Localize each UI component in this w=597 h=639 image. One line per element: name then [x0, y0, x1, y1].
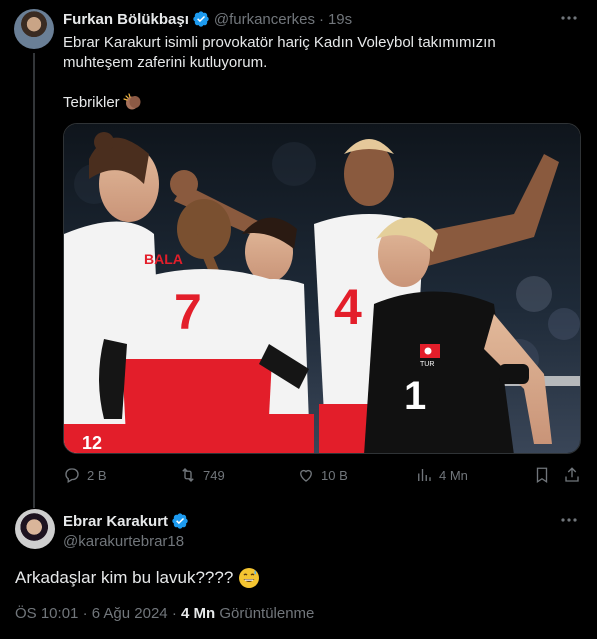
share-icon [565, 467, 579, 482]
reply-button[interactable]: 2 B [63, 466, 107, 484]
bookmark-button[interactable] [533, 466, 557, 484]
reply-more-options-icon[interactable] [559, 514, 579, 530]
original-tweet[interactable]: Furkan Bölükbaşı @furkancerkes · 19s Ebr… [0, 0, 597, 508]
reply-text-content: Arkadaşlar kim bu lavuk???? [15, 568, 234, 587]
volleyball-team-photo: 12 4 8 TUR 1 [64, 124, 580, 453]
tweet-action-bar: 2 B 749 10 B 4 Mn [63, 466, 583, 488]
tweet-photo[interactable]: 12 4 8 TUR 1 [63, 123, 581, 454]
reply-views-label: Görüntülenme [219, 605, 315, 622]
flag-label: TUR [420, 361, 434, 368]
reply-icon [65, 468, 79, 483]
jersey-name: BALA [144, 251, 183, 267]
reply-tweet[interactable]: Ebrar Karakurt @karakurtebrar18 Arkadaşl… [0, 497, 597, 639]
more-options-icon[interactable] [559, 12, 579, 28]
share-button[interactable] [563, 466, 587, 484]
verified-badge-icon [172, 513, 188, 529]
reply-author-row: Ebrar Karakurt [63, 512, 193, 530]
reply-author-name[interactable]: Ebrar Karakurt [63, 513, 168, 530]
reply-text: Arkadaşlar kim bu lavuk???? [15, 567, 260, 589]
repost-count: 749 [203, 467, 225, 483]
reply-author-handle[interactable]: @karakurtebrar18 [63, 533, 184, 550]
meta-separator: · [82, 605, 88, 622]
reply-metadata: ÖS 10:01 · 6 Ağu 2024 · 4 Mn Görüntülenm… [15, 605, 314, 622]
heart-icon [300, 469, 312, 482]
verified-badge-icon [193, 11, 209, 27]
tweet-header: Furkan Bölükbaşı @furkancerkes · 19s [63, 10, 352, 28]
reply-author-avatar[interactable] [15, 509, 55, 549]
meta-separator: · [171, 605, 177, 622]
like-count: 10 B [321, 467, 348, 483]
reply-date[interactable]: 6 Ağu 2024 [92, 605, 168, 622]
like-button[interactable]: 10 B [297, 466, 348, 484]
views-count: 4 Mn [439, 467, 468, 483]
thread-connector-line [33, 53, 35, 508]
jersey-number-4: 4 [334, 279, 362, 335]
tweet-time[interactable]: 19s [328, 11, 352, 28]
views-button[interactable]: 4 Mn [415, 466, 468, 484]
analytics-icon [418, 469, 431, 481]
tweet-text: Ebrar Karakurt isimli provokatör hariç K… [63, 33, 563, 113]
clapping-hands-emoji-icon [123, 93, 141, 110]
grinning-sweat-emoji-icon [239, 568, 260, 588]
author-avatar[interactable] [14, 9, 54, 49]
reply-time[interactable]: ÖS 10:01 [15, 605, 78, 622]
header-separator: · [318, 10, 324, 28]
reply-views-count[interactable]: 4 Mn [181, 605, 215, 622]
repost-button[interactable]: 749 [179, 466, 225, 484]
reply-count: 2 B [87, 467, 107, 483]
jersey-number-12: 12 [82, 433, 102, 453]
repost-icon [182, 468, 194, 482]
jersey-number-1: 1 [404, 374, 426, 418]
author-handle[interactable]: @furkancerkes [214, 11, 315, 28]
author-name[interactable]: Furkan Bölükbaşı [63, 11, 189, 28]
jersey-number-7: 7 [174, 284, 202, 340]
bookmark-icon [536, 467, 548, 484]
